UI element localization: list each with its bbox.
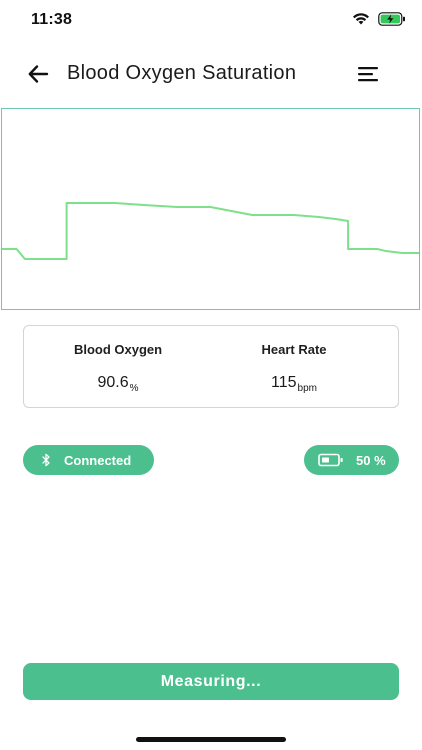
menu-button[interactable] xyxy=(356,63,382,85)
heart-rate-label: Heart Rate xyxy=(261,342,327,357)
measuring-button[interactable]: Measuring... xyxy=(23,663,399,700)
page-title: Blood Oxygen Saturation xyxy=(67,62,297,84)
battery-icon xyxy=(318,453,344,467)
heart-rate-reading: Heart Rate 115bpm xyxy=(200,342,388,394)
heart-rate-value: 115 xyxy=(271,374,297,391)
device-battery-label: 50 % xyxy=(356,452,386,468)
blood-oxygen-label: Blood Oxygen xyxy=(73,342,163,357)
heart-rate-value-row: 115bpm xyxy=(200,374,388,394)
blood-oxygen-value: 90.6 xyxy=(97,374,129,391)
battery-fill xyxy=(322,457,329,463)
device-battery-badge[interactable]: 50 % xyxy=(304,445,399,475)
wifi-icon xyxy=(352,12,370,31)
back-button[interactable] xyxy=(26,61,54,87)
heart-rate-unit: bpm xyxy=(297,383,317,394)
arrow-left-icon xyxy=(28,65,49,83)
blood-oxygen-reading: Blood Oxygen 90.6% xyxy=(24,342,212,394)
status-time: 11:38 xyxy=(31,11,73,28)
connection-status-label: Connected xyxy=(64,452,132,468)
blood-oxygen-value-row: 90.6% xyxy=(24,374,212,394)
blood-oxygen-unit: % xyxy=(129,383,139,394)
phone-battery-icon xyxy=(378,12,406,31)
waveform-chart xyxy=(1,108,420,310)
waveform-line xyxy=(2,202,419,260)
waveform-svg xyxy=(2,202,419,260)
bluetooth-icon xyxy=(41,453,51,467)
connection-status-badge[interactable]: Connected xyxy=(23,445,154,475)
status-icons xyxy=(352,12,406,31)
readings-card: Blood Oxygen 90.6% Heart Rate 115bpm xyxy=(23,325,399,408)
status-bar: 11:38 xyxy=(0,0,422,40)
app-header: Blood Oxygen Saturation xyxy=(0,52,422,96)
menu-icon xyxy=(358,67,378,82)
home-indicator xyxy=(136,737,286,742)
